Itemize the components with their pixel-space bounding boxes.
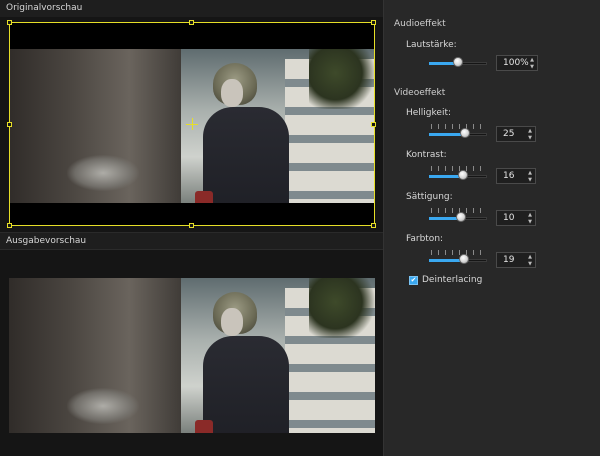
divider — [0, 249, 383, 250]
crop-handle-right[interactable] — [371, 122, 376, 127]
volume-slider[interactable] — [429, 57, 487, 68]
slider-thumb[interactable] — [459, 254, 469, 264]
spin-up-icon[interactable]: ▲ — [527, 212, 533, 218]
person — [195, 292, 293, 433]
saturation-value: 10 — [503, 213, 515, 223]
spin-up-icon[interactable]: ▲ — [527, 254, 533, 260]
contrast-slider[interactable] — [429, 170, 487, 181]
saturation-spinbox[interactable]: 10 ▲ ▼ — [496, 210, 536, 226]
slider-thumb[interactable] — [458, 170, 468, 180]
hue-slider[interactable] — [429, 254, 487, 265]
spin-down-icon[interactable]: ▼ — [529, 64, 535, 70]
hue-spinbox[interactable]: 19 ▲ ▼ — [496, 252, 536, 268]
crop-handle-bottom-left[interactable] — [7, 223, 12, 228]
tree — [309, 278, 375, 338]
spin-up-icon[interactable]: ▲ — [527, 170, 533, 176]
crop-handle-left[interactable] — [7, 122, 12, 127]
spin-up-icon[interactable]: ▲ — [529, 57, 535, 63]
slider-thumb[interactable] — [453, 57, 463, 67]
volume-value: 100% — [503, 58, 529, 68]
spin-up-icon[interactable]: ▲ — [527, 128, 533, 134]
deinterlacing-checkbox[interactable]: ✔ — [409, 276, 418, 285]
slider-thumb[interactable] — [456, 212, 466, 222]
person-face — [221, 308, 243, 336]
crop-handle-top-right[interactable] — [371, 20, 376, 25]
crop-handle-top-left[interactable] — [7, 20, 12, 25]
volume-label: Lautstärke: — [406, 40, 457, 50]
video-effect-title: Videoeffekt — [394, 88, 446, 98]
spin-down-icon[interactable]: ▼ — [527, 135, 533, 141]
slider-thumb[interactable] — [460, 128, 470, 138]
deinterlacing-label: Deinterlacing — [422, 275, 483, 285]
contrast-value: 16 — [503, 171, 515, 181]
hue-label: Farbton: — [406, 234, 444, 244]
output-preview-title: Ausgabevorschau — [0, 232, 383, 249]
crop-handle-bottom[interactable] — [189, 223, 194, 228]
brightness-slider[interactable] — [429, 128, 487, 139]
spin-down-icon[interactable]: ▼ — [527, 219, 533, 225]
crop-handle-bottom-right[interactable] — [371, 223, 376, 228]
center-crosshair-vertical[interactable] — [192, 118, 193, 130]
saturation-slider[interactable] — [429, 212, 487, 223]
preview-panel: Originalvorschau Ausgabevorschau — [0, 0, 383, 456]
output-preview-canvas — [9, 278, 375, 433]
hue-value: 19 — [503, 255, 515, 265]
checkmark-icon: ✔ — [410, 276, 417, 284]
person-body — [203, 336, 289, 433]
crop-handle-top[interactable] — [189, 20, 194, 25]
fire-extinguisher — [195, 420, 213, 433]
output-video-frame — [9, 278, 375, 433]
audio-effect-title: Audioeffekt — [394, 19, 446, 29]
brightness-label: Helligkeit: — [406, 108, 452, 118]
original-preview-title: Originalvorschau — [0, 0, 383, 17]
contrast-spinbox[interactable]: 16 ▲ ▼ — [496, 168, 536, 184]
saturation-label: Sättigung: — [406, 192, 453, 202]
spin-down-icon[interactable]: ▼ — [527, 261, 533, 267]
spin-down-icon[interactable]: ▼ — [527, 177, 533, 183]
volume-spinbox[interactable]: 100% ▲ ▼ — [496, 55, 538, 71]
brightness-spinbox[interactable]: 25 ▲ ▼ — [496, 126, 536, 142]
contrast-label: Kontrast: — [406, 150, 447, 160]
brightness-value: 25 — [503, 129, 515, 139]
effects-panel: Audioeffekt Lautstärke: 100% ▲ ▼ Videoef… — [383, 0, 600, 456]
graffiti — [67, 388, 139, 424]
